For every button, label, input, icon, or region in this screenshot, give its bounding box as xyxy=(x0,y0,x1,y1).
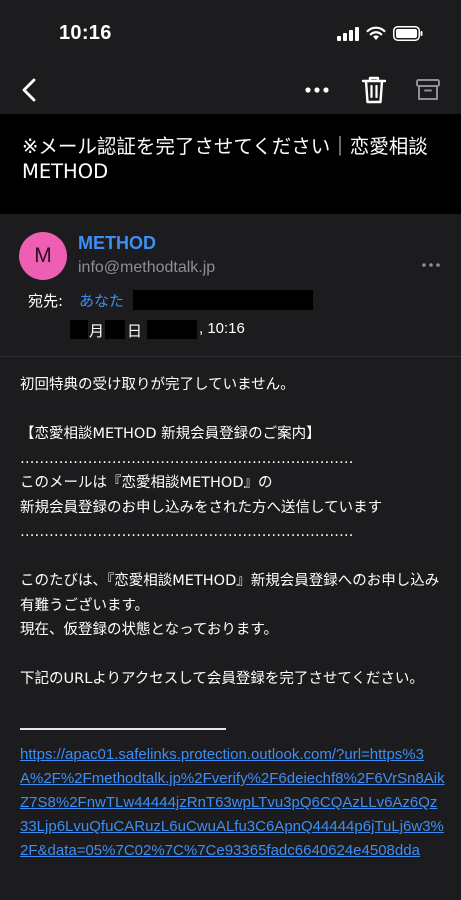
more-icon xyxy=(305,87,329,93)
sender-email[interactable]: info@methodtalk.jp xyxy=(78,259,215,277)
date-day-suffix: 日 xyxy=(127,322,143,340)
battery-icon xyxy=(393,26,423,41)
trash-icon xyxy=(361,76,387,104)
redacted-year xyxy=(147,320,197,339)
recipient-value[interactable]: あなた xyxy=(79,290,124,311)
header-more-icon[interactable] xyxy=(421,260,441,270)
back-button[interactable] xyxy=(18,74,44,106)
status-time: 10:16 xyxy=(59,22,112,44)
delete-button[interactable] xyxy=(360,74,388,106)
archive-icon xyxy=(416,79,440,100)
wifi-icon xyxy=(366,26,386,40)
status-icons xyxy=(337,26,423,41)
recipient-label: 宛先: xyxy=(28,292,64,310)
mail-toolbar xyxy=(0,66,461,114)
email-body-text: 初回特典の受け取りが完了していません。 【恋愛相談METHOD 新規会員登録のご… xyxy=(20,377,440,687)
signal-icon xyxy=(337,26,359,41)
redacted-recipient xyxy=(133,290,313,310)
redacted-day xyxy=(105,320,125,339)
email-header: M METHOD info@methodtalk.jp 宛先: あなた 月 日 … xyxy=(0,214,461,356)
verify-link[interactable]: https://apac01.safelinks.protection.outl… xyxy=(20,743,445,863)
sender-avatar[interactable]: M xyxy=(19,232,67,280)
date-time: , 10:16 xyxy=(199,320,245,337)
status-bar: 10:16 xyxy=(0,0,461,66)
redacted-month xyxy=(70,320,88,339)
email-subject: ※メール認証を完了させてください｜恋愛相談METHOD xyxy=(22,135,428,183)
chevron-left-icon xyxy=(22,78,36,102)
date-month-suffix: 月 xyxy=(89,322,105,340)
archive-button[interactable] xyxy=(414,75,442,105)
sender-name[interactable]: METHOD xyxy=(78,233,156,254)
email-body: 初回特典の受け取りが完了していません。 【恋愛相談METHOD 新規会員登録のご… xyxy=(0,357,461,900)
more-button[interactable] xyxy=(303,78,331,102)
body-separator xyxy=(20,728,226,730)
